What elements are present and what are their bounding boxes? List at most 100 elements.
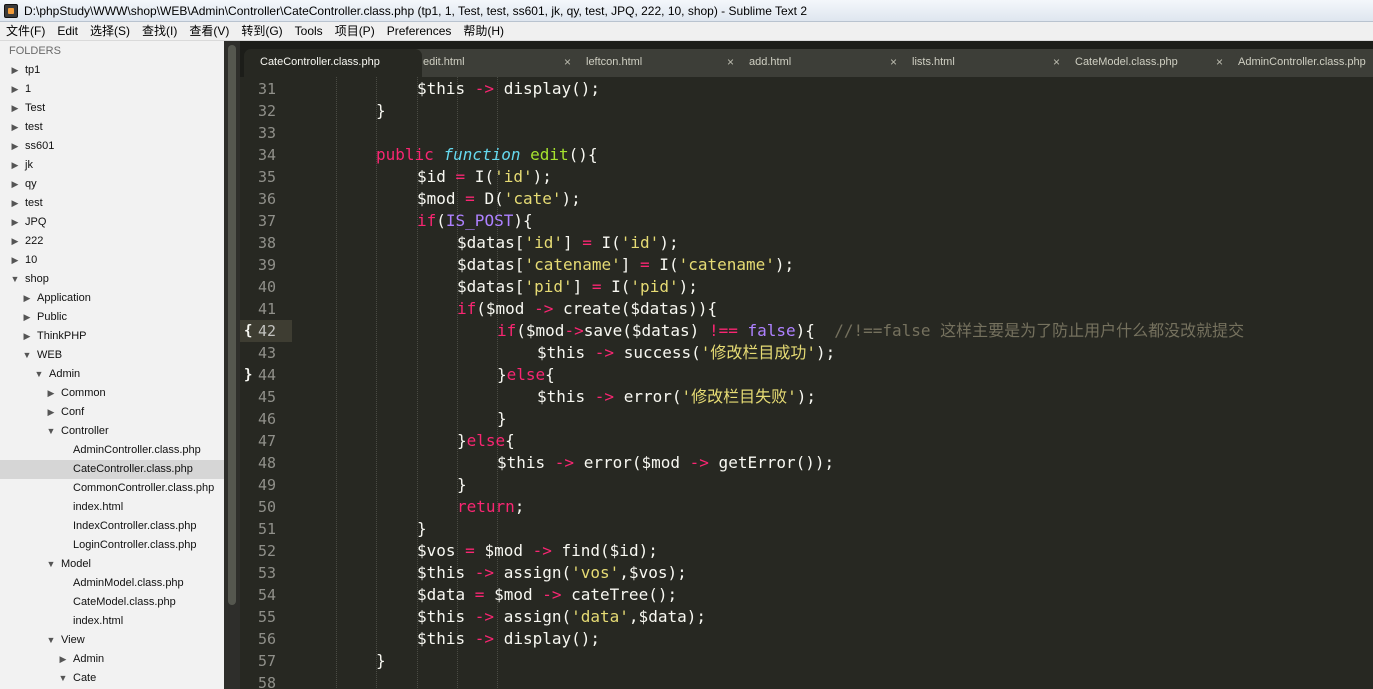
menu-item[interactable]: Tools (289, 22, 329, 41)
folder-item[interactable]: ▶ ss601 (0, 137, 224, 156)
code-line[interactable]: $this -> error('修改栏目失败'); (537, 386, 816, 408)
code-line[interactable]: } (376, 650, 386, 672)
disclosure-closed-icon[interactable]: ▶ (9, 61, 21, 80)
folder-item[interactable]: ▼ shop (0, 270, 224, 289)
disclosure-closed-icon[interactable]: ▶ (9, 251, 21, 270)
code-line[interactable]: $this -> success('修改栏目成功'); (537, 342, 835, 364)
editor-tab[interactable]: CateModel.class.php × (1059, 49, 1237, 77)
folder-item[interactable]: ▶ 222 (0, 232, 224, 251)
disclosure-closed-icon[interactable]: ▶ (21, 308, 33, 327)
code-line[interactable]: } (457, 474, 467, 496)
folder-item[interactable]: ▶ test (0, 194, 224, 213)
code-line[interactable]: }else{ (457, 430, 515, 452)
code-line[interactable]: public function edit(){ (376, 144, 598, 166)
disclosure-closed-icon[interactable]: ▶ (9, 118, 21, 137)
code-line[interactable]: $id = I('id'); (417, 166, 552, 188)
code-line[interactable]: } (417, 518, 427, 540)
disclosure-closed-icon[interactable]: ▶ (57, 650, 69, 669)
disclosure-closed-icon[interactable]: ▶ (9, 156, 21, 175)
folder-item[interactable]: ▶ JPQ (0, 213, 224, 232)
menu-item[interactable]: 项目(P) (329, 22, 381, 41)
menu-item[interactable]: 选择(S) (84, 22, 136, 41)
menu-item[interactable]: 查找(I) (136, 22, 183, 41)
editor-tab[interactable]: lists.html × (896, 49, 1074, 77)
disclosure-open-icon[interactable]: ▼ (45, 631, 57, 650)
folder-item[interactable]: ▶ jk (0, 156, 224, 175)
disclosure-closed-icon[interactable]: ▶ (9, 137, 21, 156)
folder-item[interactable]: ▼ Model (0, 555, 224, 574)
disclosure-open-icon[interactable]: ▼ (33, 365, 45, 384)
tab-close-icon[interactable]: × (564, 49, 571, 75)
disclosure-closed-icon[interactable]: ▶ (9, 194, 21, 213)
file-item[interactable]: CateController.class.php (0, 460, 224, 479)
code-line[interactable]: return; (457, 496, 524, 518)
code-area[interactable]: $this -> display();} public function edit… (296, 77, 1373, 689)
code-line[interactable]: $datas['pid'] = I('pid'); (457, 276, 698, 298)
disclosure-closed-icon[interactable]: ▶ (9, 175, 21, 194)
disclosure-closed-icon[interactable]: ▶ (21, 289, 33, 308)
code-line[interactable]: $vos = $mod -> find($id); (417, 540, 658, 562)
folder-item[interactable]: ▶ Admin (0, 650, 224, 669)
disclosure-open-icon[interactable]: ▼ (45, 555, 57, 574)
file-item[interactable]: AdminController.class.php (0, 441, 224, 460)
code-editor[interactable]: 31 32 33 34 35 36 37 38 39 40 41 42 43 44 45 46 47 48 49 50… (240, 77, 1373, 689)
code-line[interactable]: $mod = D('cate'); (417, 188, 581, 210)
folder-item[interactable]: ▼ View (0, 631, 224, 650)
code-line[interactable]: if(IS_POST){ (417, 210, 533, 232)
folder-item[interactable]: ▶ Common (0, 384, 224, 403)
folder-item[interactable]: ▶ test (0, 118, 224, 137)
menu-item[interactable]: 帮助(H) (457, 22, 510, 41)
file-item[interactable]: LoginController.class.php (0, 536, 224, 555)
tab-close-icon[interactable]: × (890, 49, 897, 75)
code-line[interactable]: } (376, 100, 386, 122)
folder-item[interactable]: ▶ ThinkPHP (0, 327, 224, 346)
disclosure-closed-icon[interactable]: ▶ (9, 99, 21, 118)
menu-item[interactable]: 查看(V) (183, 22, 235, 41)
folder-item[interactable]: ▶ 10 (0, 251, 224, 270)
code-line[interactable]: $this -> error($mod -> getError()); (497, 452, 834, 474)
disclosure-closed-icon[interactable]: ▶ (9, 213, 21, 232)
editor-tab[interactable]: add.html × (733, 49, 911, 77)
tab-close-icon[interactable]: × (727, 49, 734, 75)
folder-item[interactable]: ▼ Admin (0, 365, 224, 384)
folder-item[interactable]: ▼ Cate (0, 669, 224, 688)
code-line[interactable]: $this -> display(); (417, 78, 600, 100)
menu-item[interactable]: 转到(G) (235, 22, 288, 41)
menu-item[interactable]: Preferences (381, 22, 458, 41)
folder-item[interactable]: ▼ WEB (0, 346, 224, 365)
code-line[interactable]: $this -> display(); (417, 628, 600, 650)
code-line[interactable]: $this -> assign('data',$data); (417, 606, 706, 628)
editor-tab[interactable]: edit.html × (407, 49, 585, 77)
disclosure-closed-icon[interactable]: ▶ (9, 80, 21, 99)
disclosure-closed-icon[interactable]: ▶ (9, 232, 21, 251)
folder-item[interactable]: ▶ Test (0, 99, 224, 118)
folder-item[interactable]: ▶ Conf (0, 403, 224, 422)
disclosure-open-icon[interactable]: ▼ (9, 270, 21, 289)
tab-close-icon[interactable]: × (1053, 49, 1060, 75)
code-line[interactable]: } (497, 408, 507, 430)
sidebar-scrollbar[interactable] (224, 41, 240, 689)
file-item[interactable]: IndexController.class.php (0, 517, 224, 536)
code-line[interactable]: if($mod -> create($datas)){ (457, 298, 717, 320)
folder-item[interactable]: ▶ qy (0, 175, 224, 194)
editor-tab[interactable]: CateController.class.php (244, 49, 422, 77)
disclosure-open-icon[interactable]: ▼ (45, 422, 57, 441)
disclosure-closed-icon[interactable]: ▶ (45, 403, 57, 422)
disclosure-open-icon[interactable]: ▼ (57, 669, 69, 688)
folder-item[interactable]: ▶ Public (0, 308, 224, 327)
folder-item[interactable]: ▶ 1 (0, 80, 224, 99)
disclosure-closed-icon[interactable]: ▶ (45, 384, 57, 403)
file-item[interactable]: index.html (0, 612, 224, 631)
code-line[interactable]: $data = $mod -> cateTree(); (417, 584, 677, 606)
menu-item[interactable]: 文件(F) (0, 22, 51, 41)
file-item[interactable]: CateModel.class.php (0, 593, 224, 612)
tab-close-icon[interactable]: × (1216, 49, 1223, 75)
code-line[interactable]: if($mod->save($datas) !== false){ //!==f… (497, 320, 1244, 342)
folder-item[interactable]: ▼ Controller (0, 422, 224, 441)
code-line[interactable]: $this -> assign('vos',$vos); (417, 562, 687, 584)
file-item[interactable]: CommonController.class.php (0, 479, 224, 498)
folder-item[interactable]: ▶ tp1 (0, 61, 224, 80)
file-item[interactable]: index.html (0, 498, 224, 517)
editor-tab[interactable]: AdminController.class.php (1222, 49, 1373, 77)
code-line[interactable]: $datas['id'] = I('id'); (457, 232, 679, 254)
